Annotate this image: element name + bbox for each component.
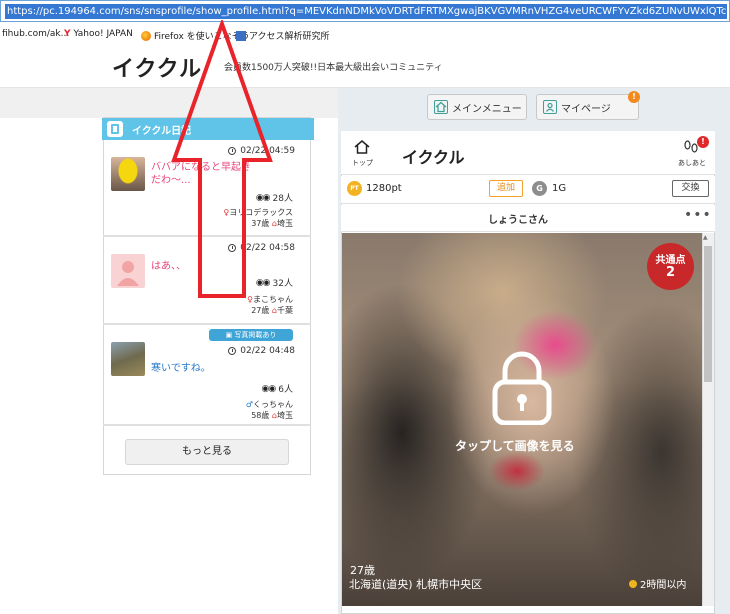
points-icon: PT: [347, 181, 362, 196]
online-dot-icon: [629, 579, 637, 588]
annotation-arrow-icon: [171, 20, 273, 298]
url-text[interactable]: https://pc.194964.com/sns/snsprofile/sho…: [5, 4, 727, 19]
entry-views: ◉◉ 6人: [261, 383, 293, 396]
firefox-icon: [141, 30, 151, 41]
entry-text[interactable]: 寒いですね。: [151, 362, 211, 375]
notebook-icon: [107, 121, 123, 137]
eyes-icon: ◉◉: [261, 383, 277, 394]
diary-entry[interactable]: ▣ 写真掲載あり 02/22 04:48 寒いですね。 ◉◉ 6人 ♂くっちゃん…: [103, 326, 311, 426]
profile-name: しょうこさん: [488, 215, 548, 226]
mypage-notification-badge: !: [628, 91, 640, 103]
user-card-icon: [543, 100, 557, 114]
mypage-button[interactable]: マイページ: [536, 94, 639, 120]
scroll-up-arrow-icon[interactable]: ▲: [703, 234, 708, 241]
exchange-button[interactable]: 交換: [672, 180, 709, 197]
bookmark-label: fihub.com/ak...: [2, 29, 70, 39]
add-points-button[interactable]: 追加: [489, 180, 523, 197]
g-icon: G: [532, 181, 547, 196]
common-points-badge[interactable]: 共通点 2: [647, 243, 694, 290]
profile-location: 北海道(道央) 札幌市中央区: [349, 578, 483, 591]
lock-icon[interactable]: [491, 349, 553, 425]
more-button[interactable]: もっと見る: [125, 439, 289, 465]
entry-user[interactable]: ♂くっちゃん 58歳 ⌂埼玉: [246, 399, 293, 421]
avatar[interactable]: [111, 157, 145, 191]
photo-badge: ▣ 写真掲載あり: [209, 329, 293, 341]
common-points-label: 共通点: [655, 255, 686, 266]
points-value: 1280pt: [366, 183, 402, 194]
footprint-label[interactable]: あしあと: [678, 158, 706, 168]
home-icon: [434, 100, 448, 114]
main-menu-button[interactable]: メインメニュー: [427, 94, 527, 120]
tap-to-view-text[interactable]: タップして画像を見る: [455, 437, 575, 454]
bookmark-item[interactable]: fihub.com/ak...: [2, 29, 69, 39]
default-avatar-icon[interactable]: [111, 254, 145, 288]
avatar[interactable]: [111, 342, 145, 376]
yahoo-icon: Y: [64, 29, 71, 39]
home-label[interactable]: トップ: [352, 158, 373, 168]
more-options-icon[interactable]: •••: [684, 207, 712, 223]
card-title: イククル: [402, 148, 465, 167]
card-header: [341, 131, 715, 175]
left-gray-band: [0, 88, 338, 118]
bookmark-label: Yahoo! JAPAN: [73, 29, 133, 39]
site-header: イククル 会員数1500万人突破!!日本最大級出会いコミュニティ: [0, 46, 730, 88]
entry-time: 02/22 04:48: [228, 346, 295, 356]
online-status: 2時間以内: [629, 576, 686, 591]
clock-icon: [228, 347, 237, 355]
scrollbar-thumb[interactable]: [704, 246, 712, 382]
bookmarks-bar: fihub.com/ak... Y Yahoo! JAPAN Firefox を…: [0, 25, 730, 45]
g-value: 1G: [552, 183, 567, 194]
common-points-count: 2: [665, 265, 676, 280]
home-icon[interactable]: [354, 139, 370, 155]
url-bar[interactable]: https://pc.194964.com/sns/snsprofile/sho…: [0, 0, 730, 22]
bookmark-item-yahoo[interactable]: Y Yahoo! JAPAN: [64, 29, 133, 39]
footprint-notification-badge: !: [697, 136, 709, 148]
